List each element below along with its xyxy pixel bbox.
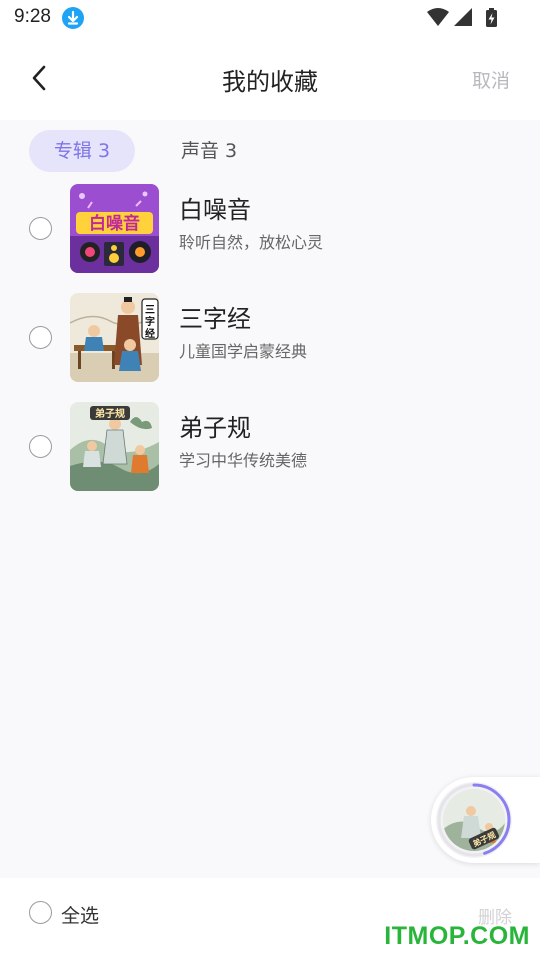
select-all-radio[interactable] bbox=[29, 901, 52, 924]
page-title: 我的收藏 bbox=[222, 68, 318, 96]
item-select-radio[interactable] bbox=[29, 217, 52, 240]
album-title: 白噪音 bbox=[179, 196, 251, 224]
watermark: ITMOP.COM bbox=[384, 922, 530, 950]
cover-text: 弟子规 bbox=[95, 407, 125, 420]
tab-sounds[interactable]: 声音 3 bbox=[181, 130, 237, 172]
album-title: 弟子规 bbox=[179, 414, 251, 442]
album-cover: 弟子规 bbox=[70, 402, 159, 491]
item-select-radio[interactable] bbox=[29, 326, 52, 349]
cover-text: 白噪音 bbox=[89, 213, 140, 234]
svg-text:字: 字 bbox=[145, 315, 155, 328]
album-subtitle: 聆听自然，放松心灵 bbox=[179, 233, 324, 252]
header: 我的收藏 取消 bbox=[0, 36, 540, 120]
list-item-album[interactable]: 三 字 经 三字经 儿童国学启蒙经典 bbox=[0, 293, 540, 393]
status-icons bbox=[427, 7, 502, 29]
status-bar: 9:28 bbox=[0, 0, 540, 36]
album-cover: 三 字 经 bbox=[70, 293, 159, 382]
list-item-album[interactable]: 弟子规 弟子规 学习中华传统美德 bbox=[0, 402, 540, 502]
album-title: 三字经 bbox=[179, 305, 251, 333]
album-subtitle: 学习中华传统美德 bbox=[179, 451, 308, 470]
album-cover: 白噪音 bbox=[70, 184, 159, 273]
signal-icon bbox=[454, 8, 472, 26]
player-cover: 弟子规 bbox=[443, 789, 505, 851]
cancel-button[interactable]: 取消 bbox=[472, 66, 510, 93]
album-list-panel: 专辑 3 声音 3 白噪音 白噪音 聆听自然，放松心灵 三 字 经 三字经 儿童… bbox=[0, 120, 540, 878]
album-subtitle: 儿童国学启蒙经典 bbox=[179, 342, 308, 361]
footer-bar: 全选 删除 ITMOP.COM bbox=[0, 878, 540, 960]
mini-player[interactable]: 弟子规 bbox=[431, 777, 540, 863]
item-select-radio[interactable] bbox=[29, 435, 52, 458]
tab-albums[interactable]: 专辑 3 bbox=[29, 130, 135, 172]
wifi-icon bbox=[427, 8, 449, 26]
status-time: 9:28 bbox=[14, 6, 51, 27]
download-icon bbox=[62, 7, 84, 29]
battery-charging-icon bbox=[486, 8, 497, 27]
svg-text:经: 经 bbox=[145, 327, 155, 340]
select-all-label: 全选 bbox=[61, 905, 100, 927]
svg-text:三: 三 bbox=[145, 304, 155, 316]
list-item-album[interactable]: 白噪音 白噪音 聆听自然，放松心灵 bbox=[0, 184, 540, 284]
